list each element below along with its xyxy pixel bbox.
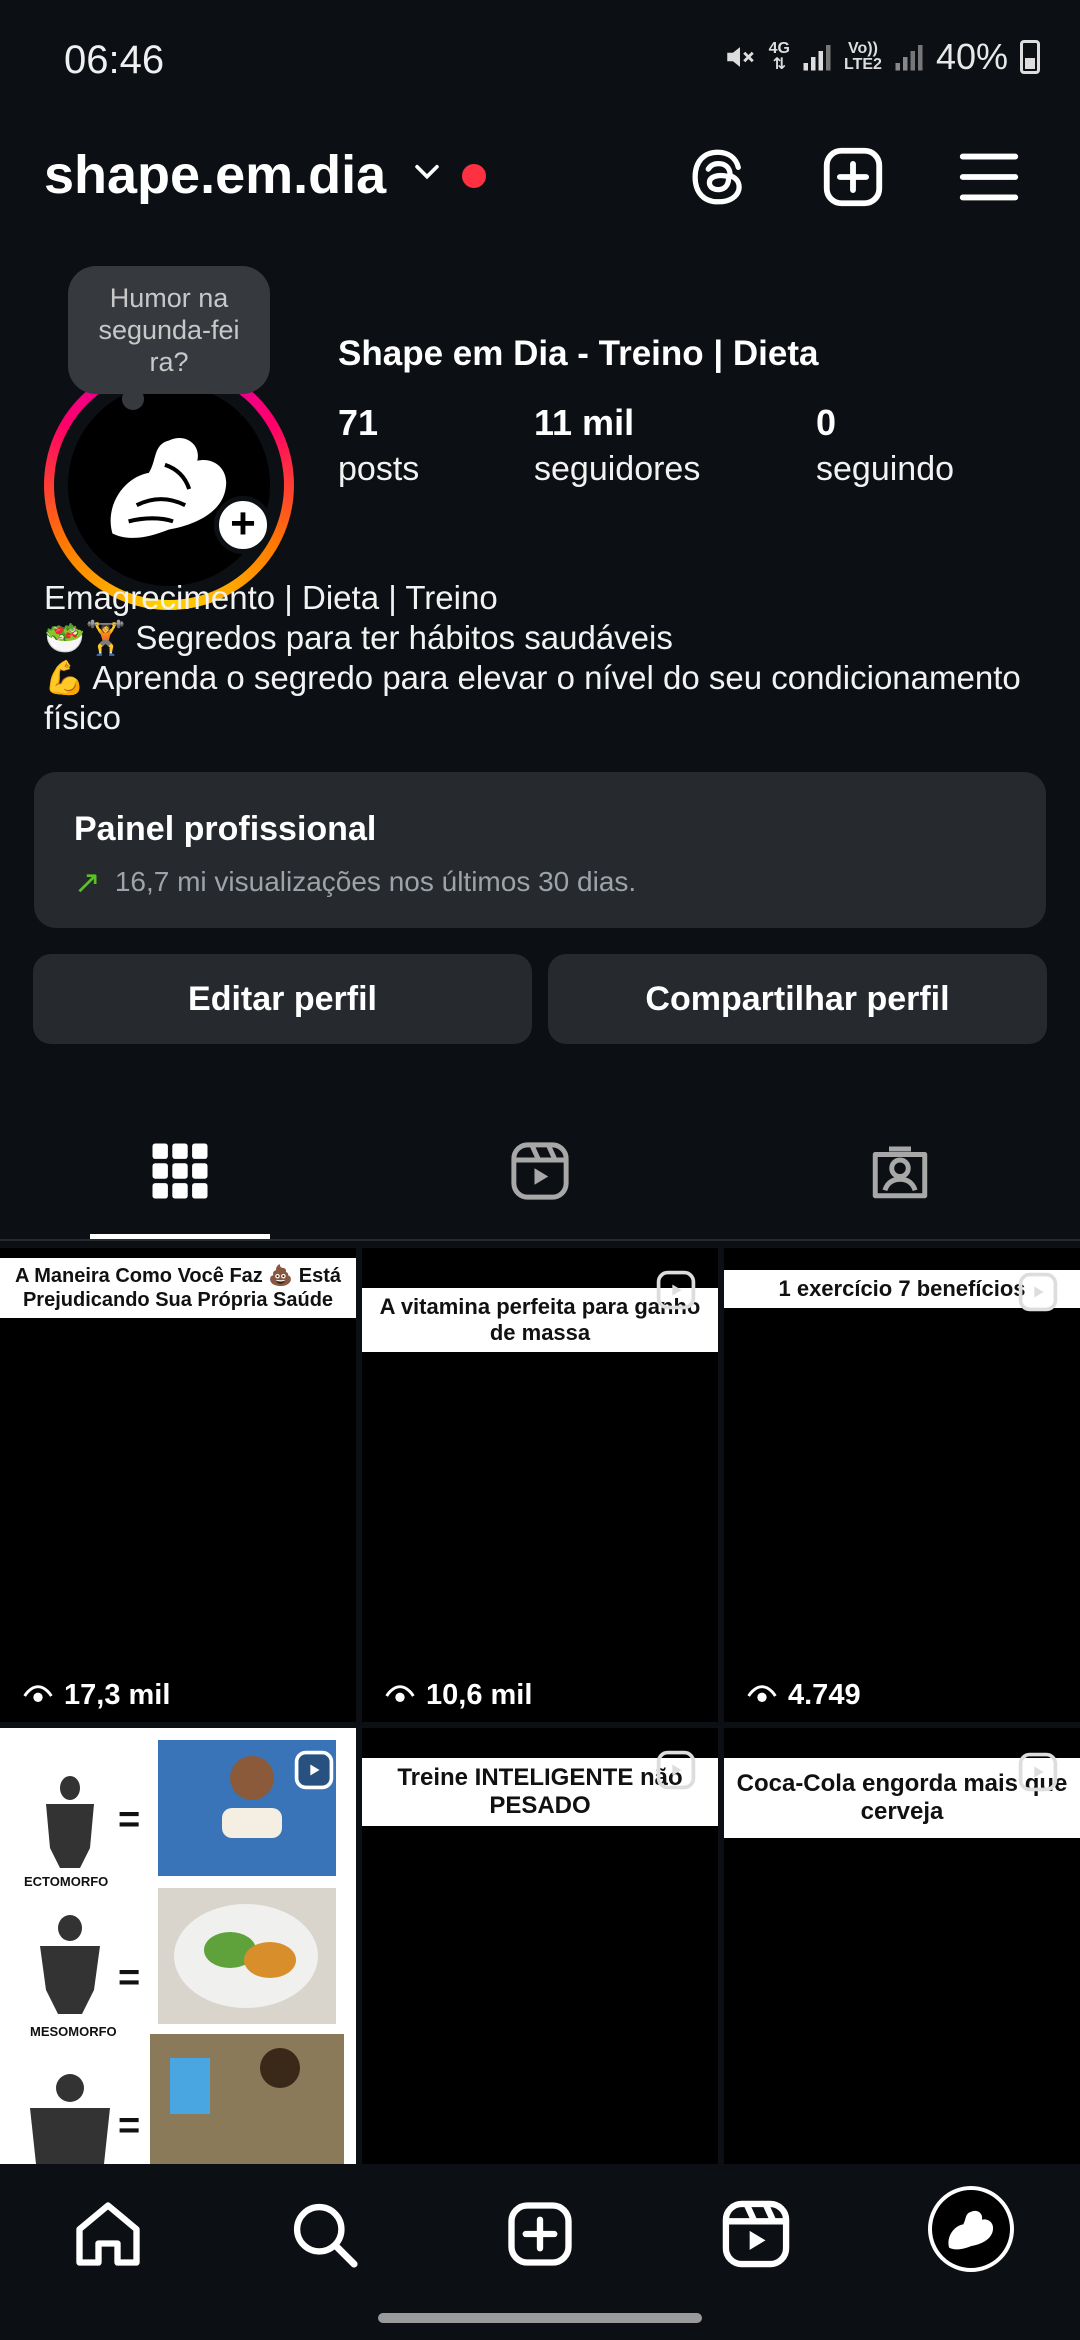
mute-icon [726,47,754,67]
eye-icon [385,1684,415,1702]
body-type-label: ECTOMORFO [24,1874,108,1889]
home-indicator[interactable] [378,2313,702,2323]
share-profile-button[interactable]: Compartilhar perfil [548,954,1047,1044]
create-post-icon[interactable] [818,142,888,212]
tagged-tab-icon[interactable] [867,1138,933,1204]
body-types-image: ECTOMORFO MESOMORFO = = = [24,1740,344,2164]
bio: Emagrecimento | Dieta | Treino 🥗🏋️ Segre… [44,578,1044,738]
view-count: 10,6 mil [426,1679,533,1711]
svg-text:=: = [118,1957,140,1999]
reel-icon [1018,1272,1058,1312]
create-icon[interactable] [502,2196,578,2272]
avatar-story-ring[interactable] [44,360,294,610]
reel-icon [656,1750,696,1790]
grid-post[interactable]: Treine INTELIGENTE não PESADO [362,1728,718,2164]
bio-line: 💪 Aprenda o segredo para elevar o nível … [44,659,1021,736]
panel-subtitle: 16,7 mi visualizações nos últimos 30 dia… [114,866,637,897]
avatar [68,384,270,586]
stat-followers[interactable]: 11 mil seguidores [534,402,700,489]
grid-post[interactable]: A vitamina perfeita para ganho de massa … [362,1248,718,1722]
trend-up-icon: ↗ [74,864,101,900]
status-time: 06:46 [64,38,165,82]
stat-following[interactable]: 0 seguindo [816,402,954,489]
network-type: 4G ⇅ [768,40,790,73]
view-count: 17,3 mil [64,1679,171,1711]
post-caption: A Maneira Como Você Faz 💩 Está Prejudica… [0,1258,356,1318]
reel-icon [294,1750,334,1790]
menu-icon[interactable] [954,142,1024,212]
panel-title: Painel profissional [74,810,377,848]
reels-tab-icon[interactable] [507,1138,573,1204]
grid-post[interactable]: 1 exercício 7 benefícios 4.749 [724,1248,1080,1722]
eye-icon [23,1684,53,1702]
display-name: Shape em Dia - Treino | Dieta [338,334,819,373]
professional-dashboard[interactable]: Painel profissional ↗ 16,7 mi visualizaç… [34,772,1046,928]
battery-icon [1020,40,1040,74]
status-icons: 4G ⇅ Vo)) LTE2 40% [723,36,1040,78]
svg-text:=: = [118,2105,140,2147]
flexed-arm-logo [110,437,227,538]
grid-post[interactable]: Coca-Cola engorda mais que cerveja [724,1728,1080,2164]
svg-text:=: = [118,1799,140,1841]
view-count: 4.749 [788,1679,861,1711]
flexed-arm-logo [948,2210,994,2250]
bio-line: 🥗🏋️ Segredos para ter hábitos saudáveis [44,619,673,656]
grid-post[interactable]: ECTOMORFO MESOMORFO = = = [0,1728,356,2164]
lte-label: Vo)) LTE2 [844,40,882,73]
threads-icon[interactable] [682,142,752,212]
search-icon[interactable] [286,2196,362,2272]
grid-post[interactable]: A Maneira Como Você Faz 💩 Está Prejudica… [0,1248,356,1722]
stat-posts[interactable]: 71 posts [338,402,419,489]
add-story-button[interactable]: + [214,496,272,554]
edit-profile-button[interactable]: Editar perfil [33,954,532,1044]
bio-line: Emagrecimento | Dieta | Treino [44,579,498,616]
battery-percent: 40% [935,36,1008,77]
grid-icon[interactable] [147,1138,213,1204]
signal-2-icon [895,45,923,71]
notification-dot [462,164,486,188]
eye-icon [747,1684,777,1702]
status-bar: 06:46 4G ⇅ Vo)) LTE2 40% [0,0,1080,120]
profile-nav-avatar[interactable] [928,2186,1014,2272]
username[interactable]: shape.em.dia [44,144,386,206]
signal-icon [803,45,831,71]
profile-header: shape.em.dia [0,130,1080,220]
reel-icon [656,1270,696,1310]
note-bubble[interactable]: Humor na segunda-fei ra? [68,266,270,410]
reel-icon [1018,1752,1058,1792]
chevron-down-icon[interactable] [410,154,444,188]
tab-divider [0,1239,1080,1241]
body-type-label: MESOMORFO [30,2024,117,2039]
home-icon[interactable] [70,2196,146,2272]
reels-icon[interactable] [718,2196,794,2272]
